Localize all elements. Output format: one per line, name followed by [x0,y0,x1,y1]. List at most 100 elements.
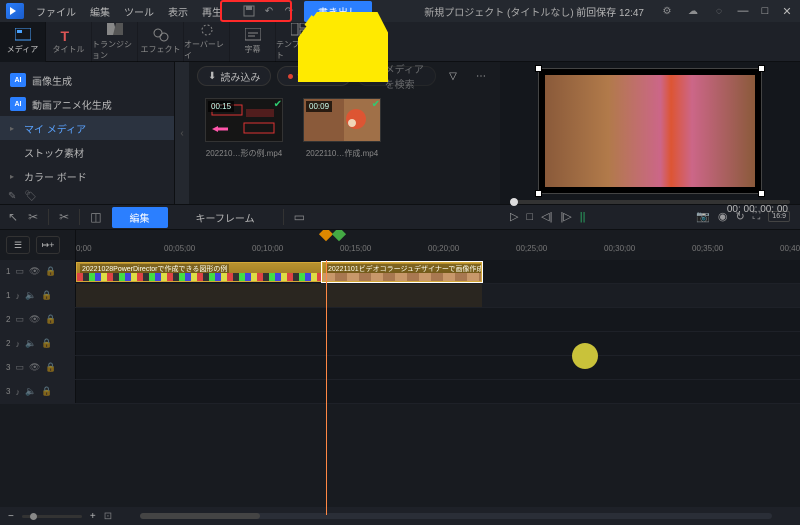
lock-icon[interactable]: 🔒 [45,362,56,373]
extra-tool-icon[interactable]: ▭ [294,210,305,224]
resize-handle[interactable] [535,190,542,197]
video-track-icon[interactable]: ▭ [15,362,24,373]
track-lane[interactable] [76,380,800,403]
marker-icon[interactable] [332,230,346,244]
tab-subtitle[interactable]: 字幕 [230,22,276,62]
ruler-tick: 00;20;00 [428,244,459,253]
track-audio-3: 3♪🔈🔒 [0,380,800,404]
track-add-button[interactable]: ↦+ [36,236,60,254]
menu-view[interactable]: 表示 [162,1,194,22]
lock-icon[interactable]: 🔒 [41,290,52,301]
mute-icon[interactable]: 🔈 [25,338,36,349]
scissors-icon[interactable]: ✂ [59,210,69,224]
razor-tool-icon[interactable]: ✂ [28,210,38,224]
lock-icon[interactable]: 🔒 [41,386,52,397]
resize-handle[interactable] [535,65,542,72]
timeline-clip[interactable]: 20221101ビデオコラージュデザイナーで画像作成 [322,262,482,282]
ruler-tick: 0;00 [76,244,92,253]
save-icon[interactable] [240,2,258,20]
visibility-icon[interactable]: 👁 [29,266,40,277]
tab-edit[interactable]: 編集 [112,207,168,228]
import-button[interactable]: ⬇読み込み [197,66,271,86]
track-menu-button[interactable]: ☰ [6,236,30,254]
resize-handle[interactable] [758,190,765,197]
media-search[interactable]: 🔍メディアを検索 [357,66,436,86]
tab-transition[interactable]: トランジション [92,22,138,62]
track-lane[interactable] [76,356,800,379]
sidebar-item-video-anim-gen[interactable]: AI動画アニメ化生成 [0,92,174,116]
zoom-slider[interactable] [22,515,82,518]
panel-collapse-handle[interactable]: ‹ [175,62,189,204]
timeline-clip[interactable]: 20221028PowerDirectorで作成できる図形の例 [76,262,322,282]
playhead[interactable] [326,260,327,515]
export-button[interactable]: 書き出し [304,1,372,22]
sidebar-item-stock[interactable]: ▸ストック素材 [0,140,174,164]
zoom-in-icon[interactable]: + [90,511,96,522]
audio-track-icon[interactable]: ♪ [15,339,20,349]
timeline-ruler-row: ☰ ↦+ 0;0000;05;0000;10;0000;15;0000;20;0… [0,230,800,260]
stop-icon[interactable]: □ [526,211,533,223]
tab-media[interactable]: メディア [0,22,46,62]
media-thumb[interactable]: 00:15✔ 202210…形の例.mp4 [205,98,283,159]
lock-icon[interactable]: 🔒 [45,266,56,277]
crop-icon[interactable]: ◫ [90,210,101,224]
record-button[interactable]: 録画/録音 [277,66,351,86]
track-lane[interactable] [76,332,800,355]
play-icon[interactable]: ▷ [510,210,518,223]
account-icon[interactable]: ◌ [710,2,728,20]
video-track-icon[interactable]: ▭ [15,266,24,277]
play-green-icon[interactable]: || [580,211,586,223]
fit-icon[interactable]: ⊡ [104,511,112,522]
close-icon[interactable]: ✕ [780,4,794,18]
media-thumb[interactable]: 00:09✔ 2022110…作成.mp4 [303,98,381,159]
undo-icon[interactable]: ↶ [260,2,278,20]
menu-play[interactable]: 再生 [196,1,228,22]
minimize-icon[interactable]: — [736,4,750,18]
wand-icon[interactable]: ✎ [8,191,16,202]
tab-overlay[interactable]: オーバーレイ [184,22,230,62]
visibility-icon[interactable]: 👁 [29,362,40,373]
cloud-icon[interactable]: ☁ [684,2,702,20]
timeline-ruler[interactable]: 0;0000;05;0000;10;0000;15;0000;20;0000;2… [76,230,800,260]
scrubber-knob[interactable] [510,198,518,206]
track-lane[interactable] [76,308,800,331]
resize-handle[interactable] [758,65,765,72]
ruler-tick: 00;40;00 [780,244,800,253]
snapshot-icon[interactable]: 📷 [696,210,710,223]
redo-icon[interactable]: ↷ [280,2,298,20]
horizontal-scrollbar[interactable] [140,513,772,519]
track-lane[interactable] [76,284,800,307]
app-logo[interactable] [6,3,24,19]
video-track-icon[interactable]: ▭ [15,314,24,325]
mute-icon[interactable]: 🔈 [25,386,36,397]
mute-icon[interactable]: 🔈 [25,290,36,301]
tag-icon[interactable]: 🏷 [24,191,37,202]
marker-icon[interactable] [319,230,333,244]
lock-icon[interactable]: 🔒 [41,338,52,349]
audio-track-icon[interactable]: ♪ [15,291,20,301]
sidebar-item-image-gen[interactable]: AI画像生成 [0,68,174,92]
track-lane[interactable]: 20221028PowerDirectorで作成できる図形の例 20221101… [76,260,800,283]
sidebar-item-colorboard[interactable]: ▸カラー ボード [0,164,174,188]
preview-canvas[interactable] [538,68,762,194]
visibility-icon[interactable]: 👁 [29,314,40,325]
tab-title[interactable]: Tタイトル [46,22,92,62]
media-browser: ‹ ⬇読み込み 録画/録音 🔍メディアを検索 ▽ ⋯ 00:15✔ 202210… [175,62,500,204]
audio-track-icon[interactable]: ♪ [15,387,20,397]
sidebar-item-my-media[interactable]: ▸マイ メディア [0,116,174,140]
zoom-out-icon[interactable]: − [8,511,14,522]
prev-frame-icon[interactable]: ◁| [541,210,552,223]
lock-icon[interactable]: 🔒 [45,314,56,325]
maximize-icon[interactable]: □ [758,4,772,18]
menu-file[interactable]: ファイル [30,1,82,22]
next-frame-icon[interactable]: |▷ [560,210,571,223]
menu-tool[interactable]: ツール [118,1,160,22]
select-tool-icon[interactable]: ↖ [8,210,18,224]
filter-icon[interactable]: ▽ [442,65,464,87]
settings-icon[interactable]: ⚙ [658,2,676,20]
tab-effect[interactable]: エフェクト [138,22,184,62]
tab-keyframe[interactable]: キーフレーム [178,207,273,228]
menu-edit[interactable]: 編集 [84,1,116,22]
more-icon[interactable]: ⋯ [470,65,492,87]
tab-template[interactable]: テンプレート [276,22,322,62]
